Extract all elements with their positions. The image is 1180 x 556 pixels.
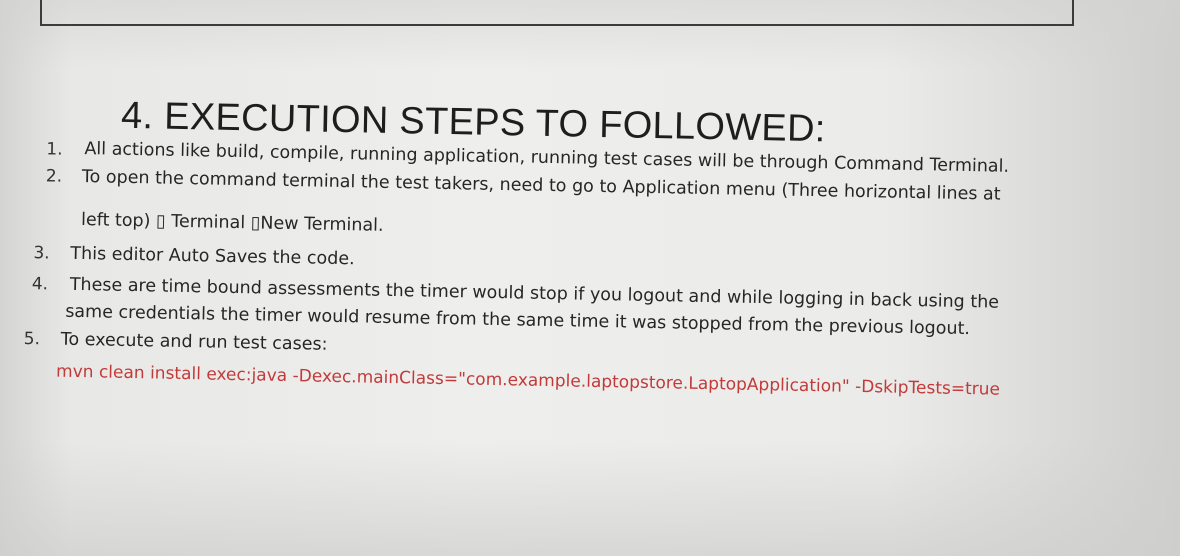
- maven-command-text: mvn clean install exec:java -Dexec.mainC…: [55, 361, 1001, 400]
- document-page: 4. EXECUTION STEPS TO FOLLOWED: 1. All a…: [0, 0, 1180, 556]
- step-2-number: 2.: [45, 166, 63, 187]
- step-4-number: 4.: [31, 274, 49, 295]
- step-3-text: This editor Auto Saves the code.: [70, 243, 355, 270]
- step-1-number: 1.: [46, 139, 63, 160]
- step-5-text: To execute and run test cases:: [60, 329, 328, 355]
- step-2-text-line-2: left top) ▯ Terminal ▯New Terminal.: [80, 210, 384, 236]
- step-5-number: 5.: [23, 328, 41, 350]
- step-3-number: 3.: [33, 243, 50, 264]
